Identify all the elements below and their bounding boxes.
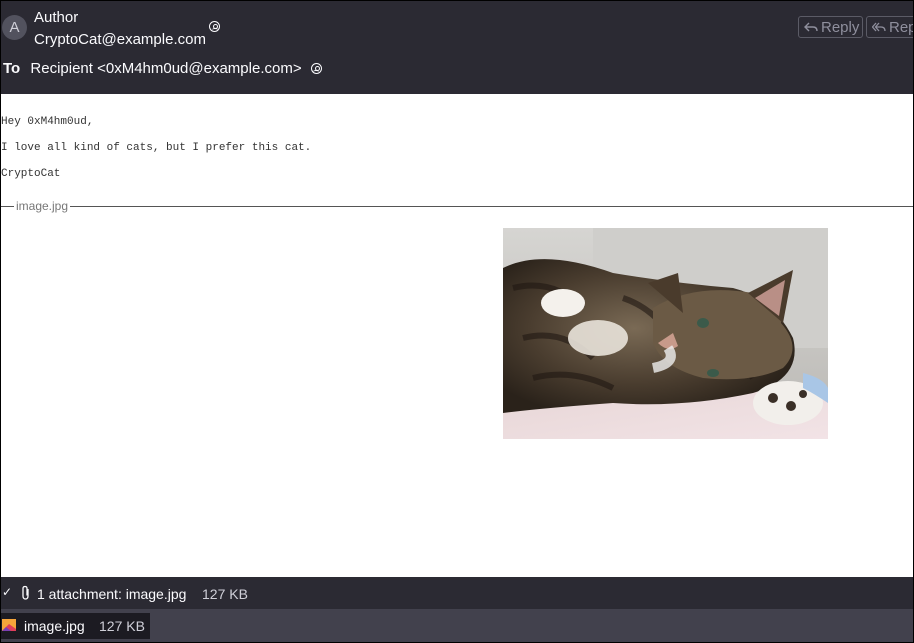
reply-button[interactable]: Reply [798,16,863,38]
author-avatar: A [2,15,27,40]
cat-photo-drawing [503,228,828,439]
email-view: A Author CryptoCat@example.com To Recipi… [0,0,914,643]
to-label: To [3,60,21,77]
message-line: I love all kind of cats, but I prefer th… [1,142,312,154]
image-file-icon [2,619,16,631]
reply-all-icon [872,22,886,32]
reply-icon [804,22,818,32]
author-email[interactable]: CryptoCat@example.com [34,31,206,48]
attachment-item[interactable]: image.jpg 127 KB [1,613,150,639]
add-contact-icon[interactable] [310,63,322,74]
message-header: A Author CryptoCat@example.com To Recipi… [1,1,913,94]
cat-photo[interactable] [503,228,828,439]
collapse-toggle-icon[interactable]: ✓ [2,585,12,599]
attachment-filename: image.jpg [24,618,85,634]
attachment-size: 127 KB [99,618,145,634]
message-body: Hey 0xM4hm0ud, I love all kind of cats, … [1,94,913,577]
reply-all-label: Rep [889,19,914,36]
message-line: CryptoCat [1,168,61,180]
attachment-bar[interactable]: ✓ 1 attachment: image.jpg 127 KB [1,577,913,609]
recipient-row: To Recipient <0xM4hm0ud@example.com> [3,60,322,77]
attachment-summary: 1 attachment: image.jpg [37,586,187,602]
author-label: Author [34,9,79,26]
attachment-divider-label: image.jpg [14,199,71,213]
add-contact-icon[interactable] [209,21,220,32]
message-line: Hey 0xM4hm0ud, [1,116,94,128]
recipient-address[interactable]: Recipient <0xM4hm0ud@example.com> [30,60,301,77]
reply-label: Reply [821,19,860,36]
reply-all-button[interactable]: Rep [866,16,914,38]
attachment-divider [1,206,913,207]
attachment-total-size: 127 KB [202,586,248,602]
paperclip-icon [22,585,29,600]
attachment-list: image.jpg 127 KB [1,609,913,642]
